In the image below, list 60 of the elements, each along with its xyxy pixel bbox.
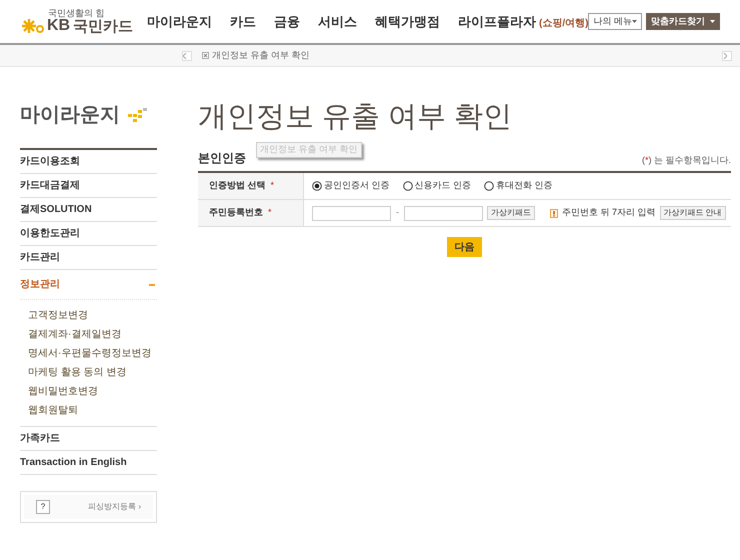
sidebar-item[interactable]: 카드이용조회 (20, 150, 157, 174)
keypad-button[interactable]: 가상키패드 (487, 206, 535, 220)
required-mark: * (268, 206, 272, 220)
required-mark: * (270, 179, 274, 192)
caret-icon (632, 20, 637, 23)
sidebar-subitem[interactable]: 웹회원탈퇴 (28, 403, 157, 418)
sidebar-subitem[interactable]: 명세서·우편물수령정보변경 (28, 346, 157, 361)
radio-button[interactable] (312, 181, 322, 191)
sidebar-title: 마이라운지 (20, 103, 120, 128)
sidebar-item[interactable]: 가족카드 (20, 427, 157, 451)
sidebar-item[interactable]: Transaction in English (20, 451, 157, 475)
help-icon[interactable]: ? (36, 500, 50, 514)
nav-link[interactable]: 서비스 (318, 12, 358, 32)
radio-label[interactable]: 휴대전화 인증 (496, 179, 553, 193)
logo-brand: KB (47, 18, 70, 34)
required-note: (*) 는 필수항목입니다. (642, 154, 731, 167)
separator: - (395, 206, 400, 220)
logo-name: 국민카드 (73, 18, 134, 34)
nav-link[interactable]: 카드 (230, 12, 256, 32)
previous-button[interactable] (182, 50, 192, 60)
warning-icon (550, 208, 558, 218)
chevron-left-icon (183, 52, 187, 58)
logo-star-icon (20, 18, 44, 34)
squares-icon (128, 108, 148, 122)
radio-button[interactable] (402, 181, 413, 191)
sidebar-subitem[interactable]: 고객정보변경 (28, 308, 157, 323)
logo-tagline: 국민생활의 힘 (48, 9, 106, 18)
breadcrumb-item[interactable]: 개인정보 유출 여부 확인 (212, 48, 310, 62)
field-label: 인증방법 선택 (209, 179, 266, 192)
sidebar-item[interactable]: 카드관리 (20, 246, 157, 270)
sidebar-subitem[interactable]: 웹비밀번호변경 (28, 384, 157, 399)
sidebar-subitem[interactable]: 결제계좌·결제일변경 (28, 327, 157, 342)
nav-link[interactable]: 금융 (274, 12, 300, 32)
input-field[interactable] (312, 206, 391, 220)
next-step-button[interactable]: 다음 (447, 237, 482, 257)
radio-label[interactable]: 공인인증서 인증 (324, 179, 390, 193)
sidebar-subitem[interactable]: 마케팅 활용 동의 변경 (28, 365, 157, 380)
find-card-button[interactable]: 맞춤카드찾기 (646, 13, 720, 30)
input-field[interactable] (404, 206, 483, 220)
sidebar-item[interactable]: 카드대금결제 (20, 174, 157, 198)
keypad-guide-button[interactable]: 가상키패드 안내 (660, 206, 726, 220)
phishing-prevention-link[interactable]: 피싱방지등록 › (88, 501, 141, 513)
close-icon[interactable] (202, 52, 209, 59)
nav-link[interactable]: 혜택가맹점 (375, 12, 440, 32)
sidebar-item[interactable]: 정보관리 (20, 270, 157, 300)
field-label: 주민등록번호 (209, 206, 263, 220)
next-button[interactable] (722, 50, 732, 60)
sidebar-item[interactable]: 이용한도관리 (20, 222, 157, 246)
section-title: 본인인증 (198, 150, 246, 167)
caret-icon (710, 20, 715, 23)
hint-text: 주민번호 뒤 7자리 입력 (562, 206, 656, 220)
radio-button[interactable] (484, 181, 494, 191)
page-title: 개인정보 유출 여부 확인 (198, 100, 514, 135)
sidebar-item[interactable]: 결제SOLUTION (20, 198, 157, 222)
tooltip: 개인정보 유출 여부 확인 (256, 142, 362, 158)
nav-link[interactable]: 라이프플라자 (쇼핑/여행) (458, 12, 588, 32)
my-menu-dropdown[interactable]: 나의 메뉴 (588, 13, 642, 30)
nav-link[interactable]: 마이라운지 (147, 12, 212, 32)
radio-label[interactable]: 신용카드 인증 (414, 179, 472, 193)
chevron-right-icon (723, 52, 727, 58)
